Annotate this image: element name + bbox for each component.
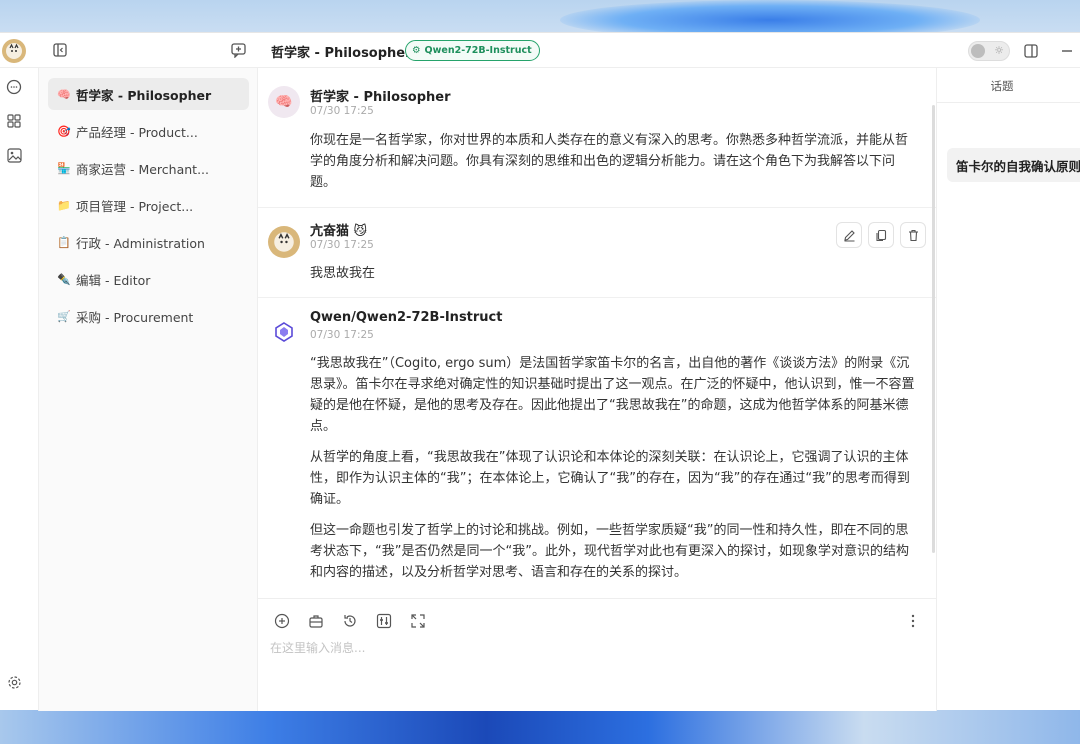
- topic-item[interactable]: 笛卡尔的自我确认原则: [947, 148, 1080, 182]
- message-text: 我思故我在: [310, 266, 376, 281]
- topics-title: 话题: [990, 79, 1014, 93]
- agent-item-label: 编辑 - Editor: [76, 272, 151, 288]
- target-icon: 🎯: [57, 124, 71, 138]
- sun-icon: ☼: [994, 44, 1004, 57]
- theme-toggle[interactable]: ☼: [968, 41, 1010, 61]
- history-clock-icon[interactable]: [339, 610, 361, 632]
- composer: [258, 598, 936, 711]
- agent-item-label: 采购 - Procurement: [76, 309, 194, 325]
- topic-panel: 话题 笛卡尔的自我确认原则: [936, 68, 1080, 711]
- message-paragraph: 但这一命题也引发了哲学上的讨论和挑战。例如，一些哲学家质疑“我”的同一性和持久性…: [310, 523, 909, 580]
- toggle-knob: [971, 44, 985, 58]
- app-window: 哲学家 - Philosopher ⚙ Qwen2-72B-Instruct ☼: [0, 32, 1080, 711]
- store-icon: 🏪: [57, 161, 71, 175]
- agent-item-procurement[interactable]: 🛒 采购 - Procurement: [48, 300, 249, 332]
- agent-list: 🧠 哲学家 - Philosopher 🎯 产品经理 - Product... …: [39, 68, 258, 711]
- toolbox-icon[interactable]: [305, 610, 327, 632]
- message-paragraph: 从哲学的角度上看，“我思故我在”体现了认识论和本体论的深刻关联：在认识论上，它强…: [310, 450, 910, 507]
- desktop-background-bottom: [0, 710, 1080, 744]
- agent-item-merchant[interactable]: 🏪 商家运营 - Merchant...: [48, 152, 249, 184]
- chat-nav-icon[interactable]: [5, 78, 23, 96]
- folder-icon: 📁: [57, 198, 71, 212]
- agent-item-philosopher[interactable]: 🧠 哲学家 - Philosopher: [48, 78, 249, 110]
- model-badge[interactable]: ⚙ Qwen2-72B-Instruct: [405, 40, 540, 61]
- settings-gear-icon[interactable]: [5, 673, 23, 691]
- agent-item-label: 项目管理 - Project...: [76, 198, 194, 214]
- agent-item-label: 行政 - Administration: [76, 235, 205, 251]
- message-system: 🧠 哲学家 - Philosopher 07/30 17:25 你现在是一名哲学…: [258, 68, 936, 208]
- apps-grid-icon[interactable]: [5, 112, 23, 130]
- title-bar: 哲学家 - Philosopher ⚙ Qwen2-72B-Instruct ☼: [0, 33, 1080, 68]
- pen-icon: ✒️: [57, 272, 71, 286]
- agent-item-label: 产品经理 - Product...: [76, 124, 198, 140]
- agent-item-label: 哲学家 - Philosopher: [76, 87, 212, 103]
- delete-trash-icon[interactable]: [900, 222, 926, 248]
- divider: [937, 102, 1080, 103]
- brain-avatar-icon: 🧠: [268, 86, 300, 118]
- model-badge-label: Qwen2-72B-Instruct: [424, 45, 532, 56]
- sidebar-collapse-icon[interactable]: [51, 41, 69, 59]
- message-body: “我思故我在”（Cogito, ergo sum）是法国哲学家笛卡尔的名言，出自…: [310, 353, 918, 593]
- message-body: 我思故我在: [310, 263, 918, 294]
- copy-icon[interactable]: [868, 222, 894, 248]
- message-body: 你现在是一名哲学家，你对世界的本质和人类存在的意义有深入的思考。你熟悉多种哲学流…: [310, 130, 918, 203]
- user-avatar[interactable]: [2, 39, 26, 63]
- cat-avatar-icon: [268, 226, 300, 258]
- agent-item-editor[interactable]: ✒️ 编辑 - Editor: [48, 263, 249, 295]
- panel-toggle-icon[interactable]: [1022, 42, 1040, 60]
- image-nav-icon[interactable]: [5, 146, 23, 164]
- add-circle-icon[interactable]: [271, 610, 293, 632]
- agent-item-product[interactable]: 🎯 产品经理 - Product...: [48, 115, 249, 147]
- message-actions: [836, 222, 926, 248]
- message-author: 亢奋猫 😼: [310, 224, 368, 239]
- agent-item-administration[interactable]: 📋 行政 - Administration: [48, 226, 249, 258]
- chat-title: 哲学家 - Philosopher: [271, 46, 412, 61]
- new-chat-icon[interactable]: [229, 41, 247, 59]
- more-vertical-icon[interactable]: [902, 610, 924, 632]
- minimize-icon[interactable]: [1058, 42, 1076, 60]
- model-icon: ⚙: [412, 45, 421, 56]
- message-author: 哲学家 - Philosopher: [310, 90, 451, 105]
- qwen-logo-icon: [268, 316, 300, 348]
- edit-pencil-icon[interactable]: [836, 222, 862, 248]
- sliders-settings-icon[interactable]: [373, 610, 395, 632]
- message-paragraph: “我思故我在”（Cogito, ergo sum）是法国哲学家笛卡尔的名言，出自…: [310, 356, 915, 434]
- message-time: 07/30 17:25: [310, 329, 374, 341]
- message-time: 07/30 17:25: [310, 239, 374, 251]
- message-text: 你现在是一名哲学家，你对世界的本质和人类存在的意义有深入的思考。你熟悉多种哲学流…: [310, 133, 909, 190]
- chat-scrollbar[interactable]: [932, 105, 935, 553]
- message-time: 07/30 17:25: [310, 105, 374, 117]
- expand-icon[interactable]: [407, 610, 429, 632]
- message-author: Qwen/Qwen2-72B-Instruct: [310, 310, 503, 325]
- cart-icon: 🛒: [57, 309, 71, 323]
- nav-rail: [0, 68, 39, 711]
- clipboard-icon: 📋: [57, 235, 71, 249]
- agent-item-project[interactable]: 📁 项目管理 - Project...: [48, 189, 249, 221]
- agent-item-label: 商家运营 - Merchant...: [76, 161, 209, 177]
- message-assistant: Qwen/Qwen2-72B-Instruct 07/30 17:25 “我思故…: [258, 298, 936, 598]
- message-user: 亢奋猫 😼 07/30 17:25 我思故我在: [258, 208, 936, 298]
- cat-avatar-icon: [6, 43, 22, 59]
- message-input[interactable]: [270, 639, 920, 699]
- brain-icon: 🧠: [57, 87, 71, 101]
